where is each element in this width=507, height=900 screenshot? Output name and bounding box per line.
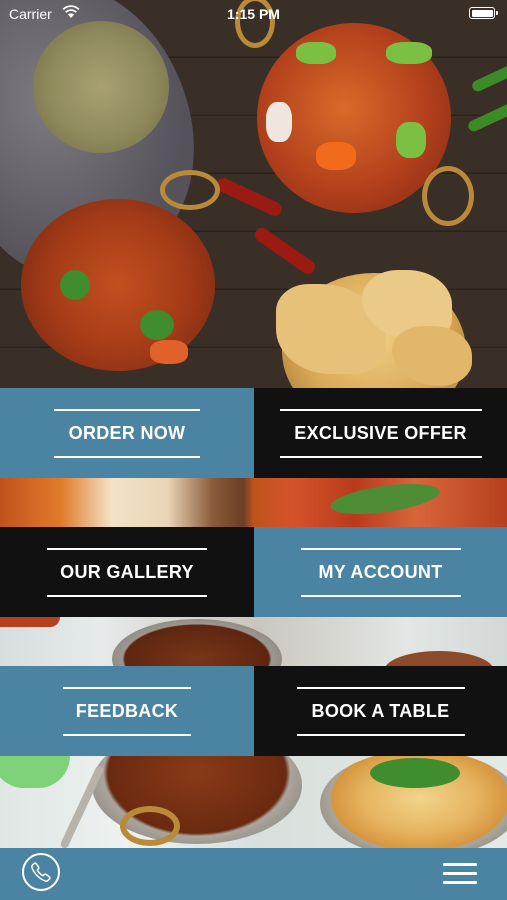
food-photo-strip [0, 617, 507, 666]
food-photo-strip [0, 756, 507, 848]
feedback-label: FEEDBACK [63, 686, 191, 736]
green-chili [466, 97, 507, 134]
hero-food-image [0, 0, 507, 388]
exclusive-offer-label: EXCLUSIVE OFFER [279, 408, 482, 458]
clock: 1:15 PM [227, 6, 280, 22]
menu-grid: ORDER NOW EXCLUSIVE OFFER OUR GALLERY MY… [0, 388, 507, 848]
our-gallery-label: OUR GALLERY [47, 547, 207, 597]
curry-bowl [0, 180, 236, 388]
feedback-button[interactable]: FEEDBACK [0, 666, 254, 756]
food-photo-strip [0, 478, 507, 527]
green-chili [470, 57, 507, 94]
samosa-bowl [262, 256, 486, 388]
status-bar: Carrier 1:15 PM [0, 0, 507, 28]
bottom-bar [0, 848, 507, 900]
book-a-table-button[interactable]: BOOK A TABLE [254, 666, 507, 756]
hamburger-menu-icon[interactable] [443, 863, 477, 885]
order-now-button[interactable]: ORDER NOW [0, 388, 254, 478]
spice-bowl [18, 6, 184, 168]
call-button[interactable] [22, 853, 60, 891]
order-now-label: ORDER NOW [54, 408, 200, 458]
exclusive-offer-button[interactable]: EXCLUSIVE OFFER [254, 388, 507, 478]
our-gallery-button[interactable]: OUR GALLERY [0, 527, 254, 617]
red-chili [252, 225, 318, 277]
my-account-button[interactable]: MY ACCOUNT [254, 527, 507, 617]
battery-icon [469, 7, 498, 19]
book-a-table-label: BOOK A TABLE [296, 686, 465, 736]
phone-icon [31, 862, 51, 882]
bowl-handle [422, 166, 474, 226]
my-account-label: MY ACCOUNT [300, 547, 461, 597]
